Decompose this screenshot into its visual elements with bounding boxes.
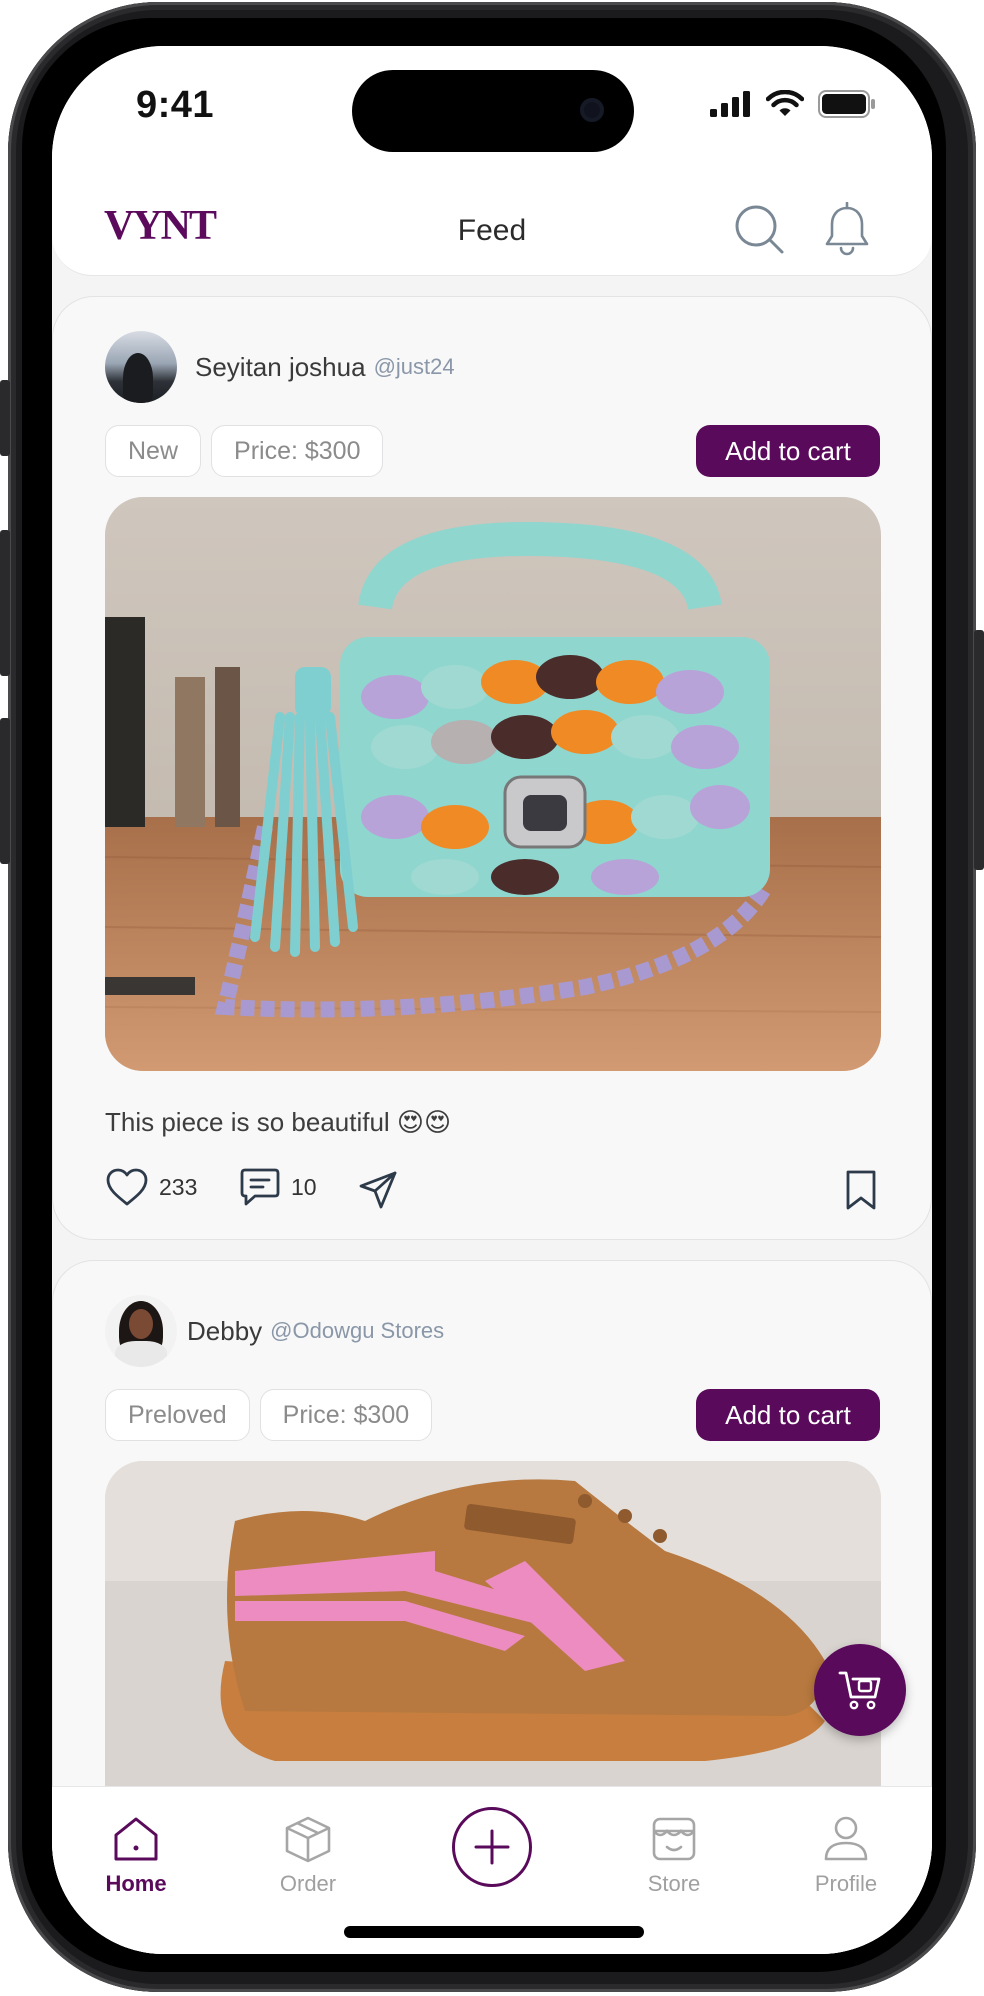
avatar[interactable] (105, 1295, 177, 1367)
avatar[interactable] (105, 331, 177, 403)
home-indicator[interactable] (344, 1926, 644, 1938)
post-actions: 233 10 (105, 1167, 881, 1217)
volume-up-button (0, 530, 10, 676)
like-count: 233 (159, 1173, 198, 1200)
battery-icon (818, 90, 875, 118)
comment-button[interactable]: 10 (239, 1167, 317, 1207)
status-icons (710, 90, 876, 118)
status-time: 9:41 (136, 84, 215, 126)
search-icon[interactable] (734, 204, 786, 256)
crochet-bag-illustration (105, 497, 881, 1071)
volume-down-button (0, 718, 10, 864)
user-handle[interactable]: @Odowgu Stores (270, 1318, 444, 1344)
wifi-icon (766, 90, 804, 116)
condition-tag: New (105, 425, 202, 477)
status-bar: 9:41 (52, 46, 932, 166)
app-screen: 9:41 VYNT Feed Seyitan joshua @just24 Ne… (52, 46, 932, 1954)
post-card: Seyitan joshua @just24 New Price: $300 A… (52, 296, 932, 1240)
condition-tag: Preloved (105, 1389, 250, 1441)
tab-label: Home (105, 1871, 167, 1896)
add-to-cart-button[interactable]: Add to cart (696, 425, 880, 477)
avatar-face (129, 1309, 153, 1339)
tag-row: Preloved Price: $300 (105, 1389, 433, 1441)
post-caption: This piece is so beautiful 😍😍 (105, 1107, 452, 1137)
page-title: Feed (457, 214, 527, 247)
user-name[interactable]: Seyitan joshua (195, 352, 366, 383)
home-icon (114, 1817, 158, 1861)
app-header: VYNT Feed (52, 166, 932, 276)
cart-icon (838, 1671, 881, 1710)
heart-icon (106, 1168, 148, 1206)
bookmark-icon[interactable] (843, 1169, 879, 1211)
comment-count: 10 (291, 1173, 317, 1200)
share-icon[interactable] (357, 1169, 399, 1211)
action-button (0, 380, 10, 456)
tab-label: Profile (814, 1871, 878, 1896)
tab-label: Store (647, 1871, 701, 1896)
tab-home[interactable]: Home (76, 1813, 196, 1897)
tag-row: New Price: $300 (105, 425, 384, 477)
box-icon (285, 1816, 331, 1863)
product-image[interactable] (105, 497, 881, 1071)
create-post-button[interactable] (452, 1807, 532, 1887)
add-to-cart-button[interactable]: Add to cart (696, 1389, 880, 1441)
like-button[interactable]: 233 (105, 1167, 197, 1207)
tab-label: Order (279, 1871, 337, 1896)
avatar-body (115, 1341, 167, 1367)
front-camera (580, 98, 604, 122)
person-icon (824, 1816, 868, 1861)
comment-icon (240, 1168, 280, 1206)
dynamic-island (352, 70, 634, 152)
post-author[interactable]: Debby @Odowgu Stores (105, 1295, 444, 1367)
post-author[interactable]: Seyitan joshua @just24 (105, 331, 455, 403)
floating-cart-button[interactable] (814, 1644, 906, 1736)
store-icon (652, 1817, 696, 1861)
price-tag: Price: $300 (211, 425, 384, 477)
tab-order[interactable]: Order (248, 1813, 368, 1897)
price-tag: Price: $300 (259, 1389, 433, 1441)
user-name[interactable]: Debby (187, 1316, 262, 1347)
user-handle[interactable]: @just24 (374, 354, 455, 380)
cellular-signal-icon (710, 91, 750, 117)
tab-store[interactable]: Store (614, 1813, 734, 1897)
tab-profile[interactable]: Profile (786, 1813, 906, 1897)
power-button (974, 630, 984, 870)
avatar-silhouette (123, 353, 153, 403)
plus-icon (474, 1829, 510, 1865)
bell-icon[interactable] (822, 202, 872, 256)
